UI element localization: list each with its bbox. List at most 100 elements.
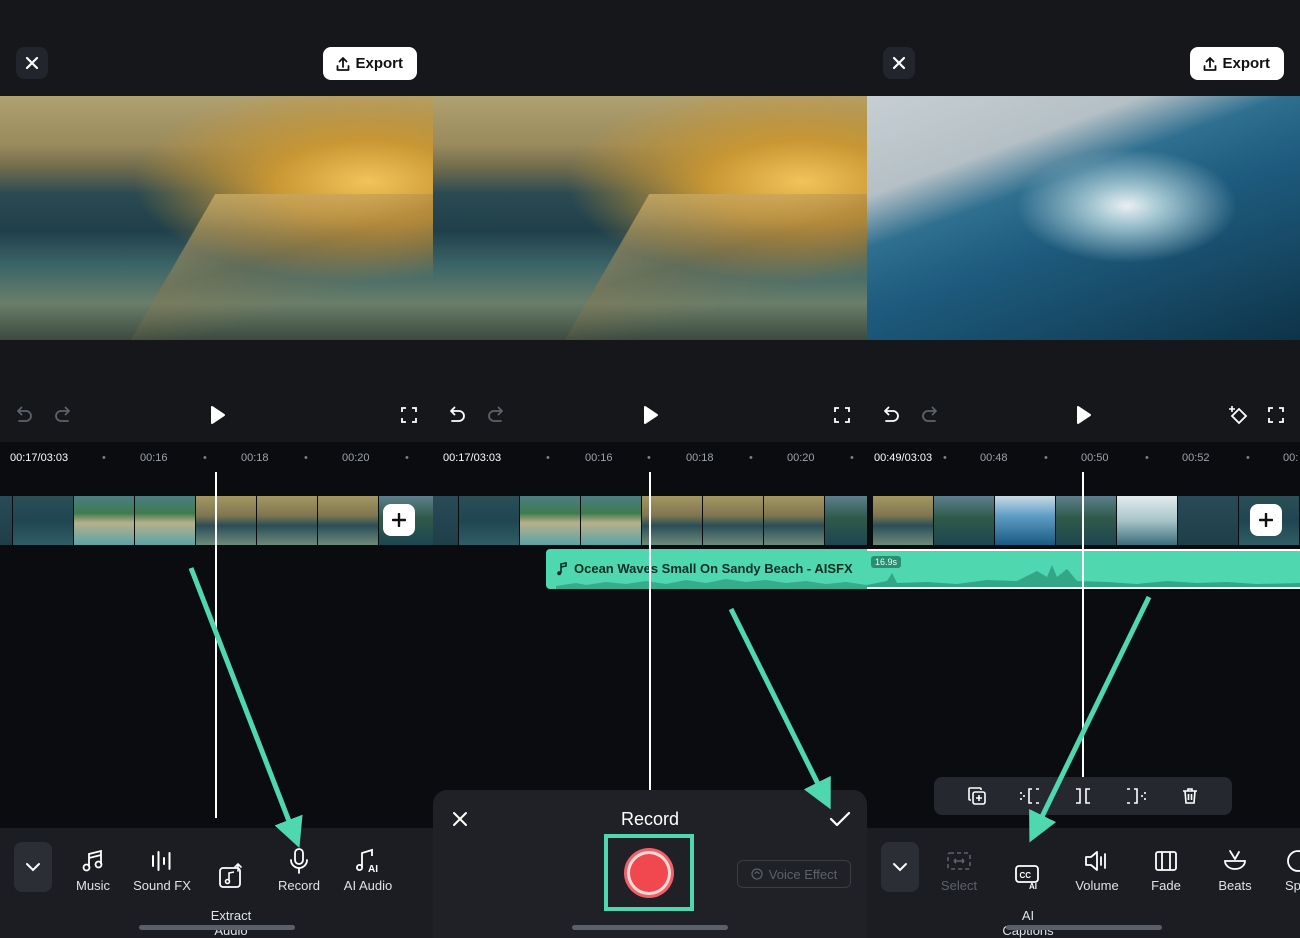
editor-panel-audio-edit: Export 00:49/03:03 • 00:48 • 00:50 • 00:…	[867, 0, 1300, 938]
tick-label: 00:18	[686, 452, 714, 464]
tick-label: 00:52	[1182, 452, 1210, 464]
audio-edit-bar	[934, 777, 1232, 815]
split-icon	[1076, 788, 1090, 804]
tool-fade[interactable]: Fade	[1131, 846, 1201, 893]
editor-panel-music: Export 00:17/03:03 • 00:16 • 00:18 • 00:…	[0, 0, 433, 938]
ai-captions-icon: CC AI	[1015, 865, 1039, 890]
duplicate-button[interactable]	[964, 783, 990, 809]
tool-select[interactable]: Select	[924, 846, 994, 893]
keyframe-button[interactable]	[1225, 398, 1253, 432]
microphone-icon	[290, 848, 308, 874]
undo-icon	[17, 406, 32, 422]
export-button[interactable]: Export	[323, 47, 417, 80]
tool-label: Volume	[1075, 878, 1119, 893]
audio-clip-title: Ocean Waves Small On Sandy Beach - AISFX	[574, 561, 853, 576]
clip-thumbnail	[74, 496, 135, 545]
beats-icon	[1224, 850, 1246, 870]
undo-icon	[450, 406, 465, 422]
add-clip-button[interactable]	[383, 504, 415, 536]
redo-button[interactable]	[917, 398, 945, 432]
clip-thumbnail	[196, 496, 257, 545]
fade-icon	[1155, 851, 1177, 871]
home-indicator	[138, 925, 295, 930]
voice-effect-icon	[751, 868, 763, 880]
tool-label: Beats	[1218, 878, 1252, 893]
tool-beats[interactable]: Beats	[1200, 846, 1270, 893]
video-preview[interactable]	[433, 96, 867, 340]
video-preview[interactable]	[0, 96, 433, 340]
export-button[interactable]: Export	[1190, 47, 1284, 80]
collapse-button[interactable]	[14, 842, 52, 892]
playhead[interactable]	[649, 472, 651, 790]
tool-music[interactable]: Music	[58, 846, 128, 893]
tool-volume[interactable]: Volume	[1062, 846, 1132, 893]
fullscreen-button[interactable]	[828, 398, 856, 432]
undo-button[interactable]	[9, 398, 37, 432]
checkmark-icon[interactable]	[829, 810, 851, 828]
close-button[interactable]	[883, 47, 915, 79]
tool-label: Select	[940, 878, 978, 893]
current-time: 00:49/03:03	[874, 452, 933, 464]
close-button[interactable]	[16, 47, 48, 79]
audio-clip-label: Ocean Waves Small On Sandy Beach - AISFX	[556, 561, 853, 576]
collapse-button[interactable]	[881, 842, 919, 892]
tool-label: Record	[278, 878, 320, 893]
clip-thumbnail	[0, 496, 13, 545]
ai-audio-icon: AI	[356, 848, 378, 875]
audio-clip[interactable]: Ocean Waves Small On Sandy Beach - AISFX	[546, 549, 867, 589]
redo-button[interactable]	[483, 398, 511, 432]
tool-sound-fx[interactable]: Sound FX	[127, 846, 197, 893]
current-time: 00:17/03:03	[443, 452, 502, 464]
fullscreen-button[interactable]	[1262, 398, 1290, 432]
redo-button[interactable]	[50, 398, 78, 432]
top-bar: Export	[0, 0, 433, 96]
playhead[interactable]	[1082, 472, 1084, 778]
playback-controls	[433, 398, 867, 432]
video-track[interactable]	[873, 496, 1300, 545]
clip-thumbnail	[764, 496, 825, 545]
voice-effect-button[interactable]: Voice Effect	[737, 860, 851, 888]
undo-icon	[884, 406, 899, 422]
tick-label: 00:16	[585, 452, 613, 464]
video-preview[interactable]	[867, 96, 1300, 340]
tool-label: Sp	[1285, 878, 1300, 893]
plus-icon	[1259, 513, 1273, 527]
export-label: Export	[1222, 55, 1270, 72]
play-button[interactable]	[636, 398, 664, 432]
delete-button[interactable]	[1177, 783, 1203, 809]
play-button[interactable]	[203, 398, 231, 432]
trim-end-button[interactable]	[1123, 783, 1149, 809]
undo-button[interactable]	[442, 398, 470, 432]
upload-icon	[337, 56, 350, 71]
fullscreen-icon	[1268, 407, 1284, 423]
fullscreen-button[interactable]	[395, 398, 423, 432]
record-button-highlight	[604, 834, 694, 911]
clip-thumbnail	[825, 496, 867, 545]
add-clip-button[interactable]	[1250, 504, 1282, 536]
clip-thumbnail	[318, 496, 379, 545]
trash-icon	[1183, 788, 1197, 804]
clip-thumbnail	[459, 496, 520, 545]
time-ruler: 00:49/03:03 • 00:48 • 00:50 • 00:52 • 00…	[874, 452, 1299, 464]
plus-icon	[392, 513, 406, 527]
trim-start-button[interactable]	[1017, 783, 1043, 809]
tool-label: Fade	[1151, 878, 1181, 893]
fullscreen-icon	[834, 407, 850, 423]
audio-toolbar: Music Sound FX Extract Audio Record AI A…	[0, 828, 433, 938]
play-button[interactable]	[1069, 398, 1097, 432]
clip-thumbnail	[995, 496, 1056, 545]
audio-edit-toolbar: Select CC AI AI Captions Volume Fade Beat…	[867, 828, 1300, 938]
tick-label: 00:16	[140, 452, 168, 464]
record-button[interactable]	[624, 847, 674, 898]
clip-thumbnail	[135, 496, 196, 545]
home-indicator	[1005, 925, 1162, 930]
split-button[interactable]	[1070, 783, 1096, 809]
select-icon	[947, 852, 971, 870]
clip-thumbnail	[13, 496, 74, 545]
clip-thumbnail	[520, 496, 581, 545]
playhead[interactable]	[215, 472, 217, 818]
tool-record[interactable]: Record	[264, 846, 334, 893]
tool-ai-audio[interactable]: AI AI Audio	[333, 846, 403, 893]
tool-speed[interactable]: Sp	[1269, 846, 1300, 893]
undo-button[interactable]	[876, 398, 904, 432]
